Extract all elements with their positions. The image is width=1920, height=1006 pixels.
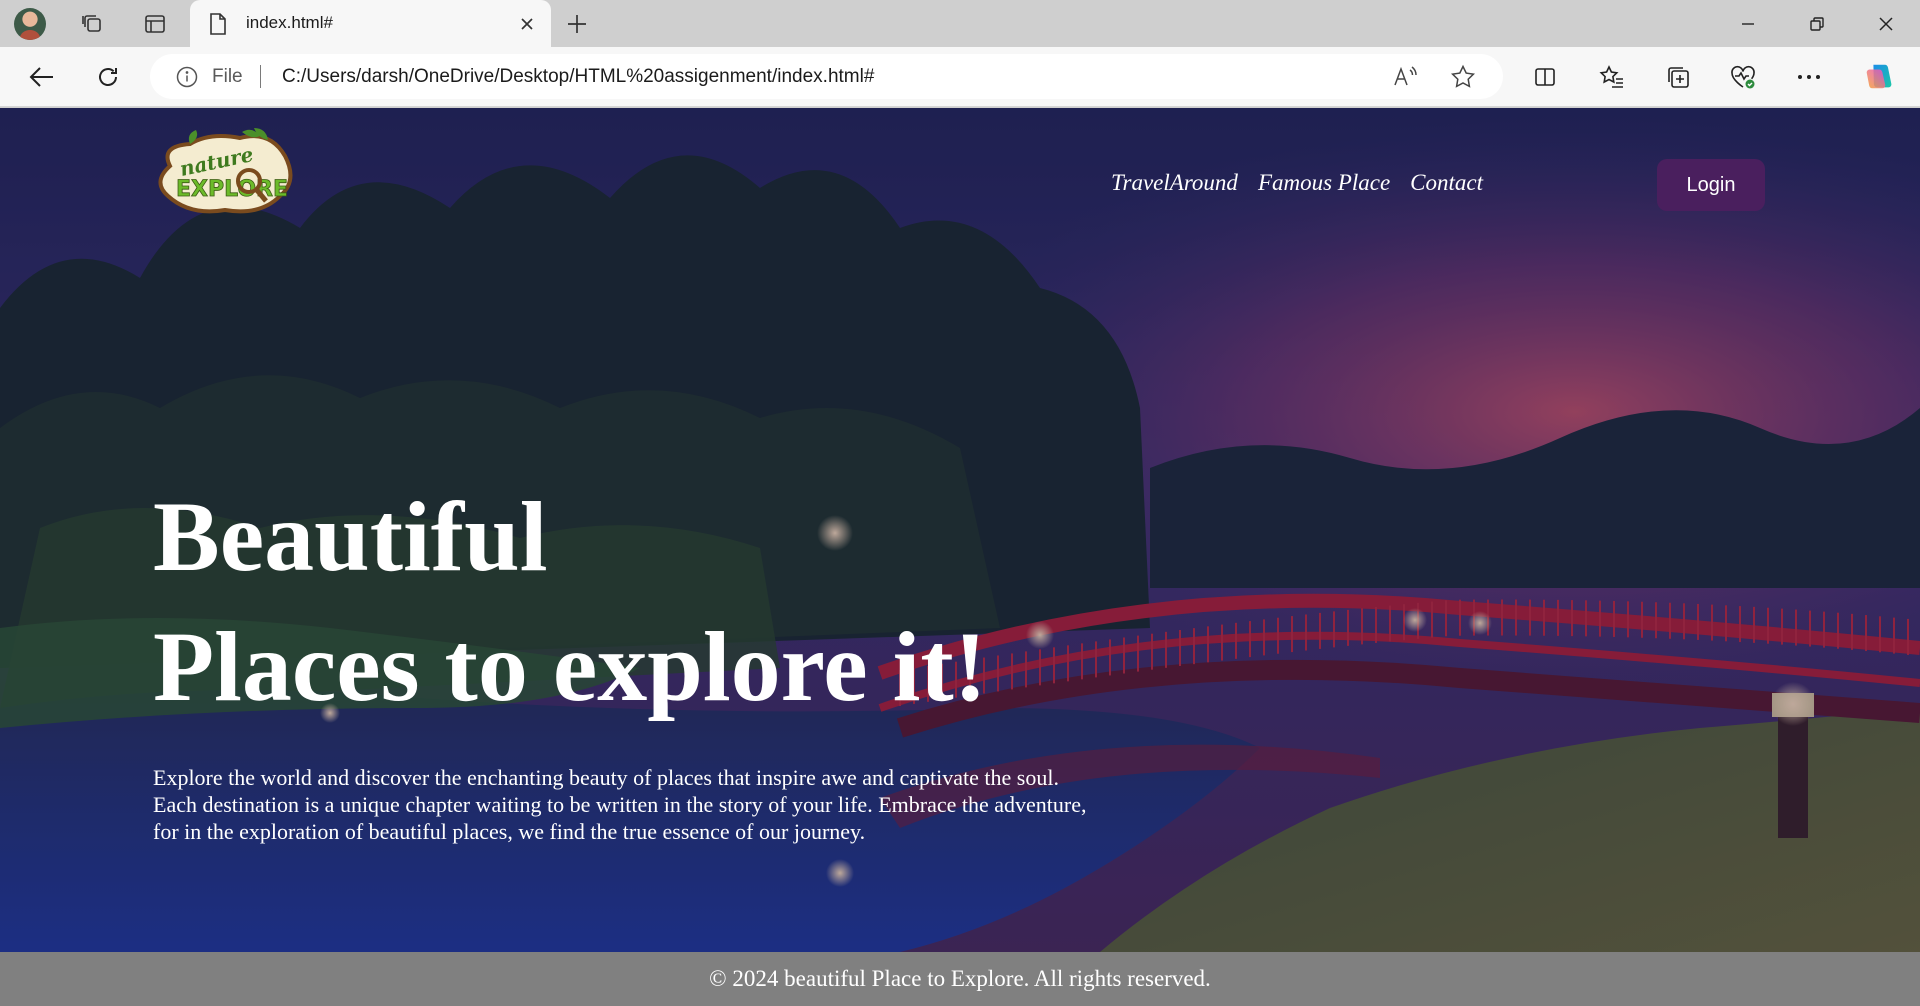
browser-tab-strip: index.html# xyxy=(0,0,1920,48)
hero-description: Explore the world and discover the encha… xyxy=(153,765,1087,844)
page-icon xyxy=(208,12,228,41)
browser-essentials-icon[interactable] xyxy=(1727,61,1759,93)
site-logo[interactable]: nature EXPLORE xyxy=(150,126,300,223)
url-text[interactable]: C:/Users/darsh/OneDrive/Desktop/HTML%20a… xyxy=(282,66,874,88)
favorite-star-icon[interactable] xyxy=(1450,64,1476,95)
headline-line-1: Beautiful xyxy=(153,481,548,592)
nav-link-travelaround[interactable]: TravelAround xyxy=(1111,170,1238,196)
address-divider xyxy=(260,65,261,88)
logo-text-bottom: EXPLORE xyxy=(176,177,288,202)
site-footer: © 2024 beautiful Place to Explore. All r… xyxy=(0,952,1920,1006)
headline-line-2: Places to explore it! xyxy=(153,611,987,722)
tab-title: index.html# xyxy=(246,13,333,32)
collections-icon[interactable] xyxy=(1662,61,1694,93)
copilot-icon[interactable] xyxy=(1864,61,1896,93)
page-viewport: nature EXPLORE TravelAround Famous Place… xyxy=(0,108,1920,1006)
login-button[interactable]: Login xyxy=(1657,159,1765,211)
minimize-icon[interactable] xyxy=(1713,0,1782,47)
read-aloud-icon[interactable] xyxy=(1392,64,1418,95)
split-screen-icon[interactable] xyxy=(1529,61,1561,93)
more-options-icon[interactable] xyxy=(1793,61,1825,93)
active-tab[interactable]: index.html# xyxy=(190,0,551,48)
workspaces-icon[interactable] xyxy=(78,10,106,38)
browser-toolbar: File C:/Users/darsh/OneDrive/Desktop/HTM… xyxy=(0,47,1920,107)
address-prefix: File xyxy=(212,66,243,87)
profile-avatar[interactable] xyxy=(14,8,46,40)
plus-icon[interactable] xyxy=(563,10,591,38)
close-icon[interactable] xyxy=(515,12,539,36)
address-bar[interactable]: File C:/Users/darsh/OneDrive/Desktop/HTM… xyxy=(150,54,1503,99)
main-nav: TravelAround Famous Place Contact xyxy=(1111,170,1483,196)
footer-copyright: © 2024 beautiful Place to Explore. All r… xyxy=(709,966,1211,991)
info-icon[interactable] xyxy=(176,66,198,93)
back-arrow-icon[interactable] xyxy=(26,61,58,93)
close-window-icon[interactable] xyxy=(1851,0,1920,47)
hero-headline: Beautiful Places to explore it! xyxy=(153,472,987,732)
nav-link-contact[interactable]: Contact xyxy=(1410,170,1483,196)
hero-section: nature EXPLORE TravelAround Famous Place… xyxy=(0,108,1920,952)
refresh-icon[interactable] xyxy=(92,61,124,93)
tab-actions-icon[interactable] xyxy=(141,10,169,38)
restore-icon[interactable] xyxy=(1782,0,1851,47)
favorites-list-icon[interactable] xyxy=(1596,61,1628,93)
nav-link-famous-place[interactable]: Famous Place xyxy=(1258,170,1390,196)
